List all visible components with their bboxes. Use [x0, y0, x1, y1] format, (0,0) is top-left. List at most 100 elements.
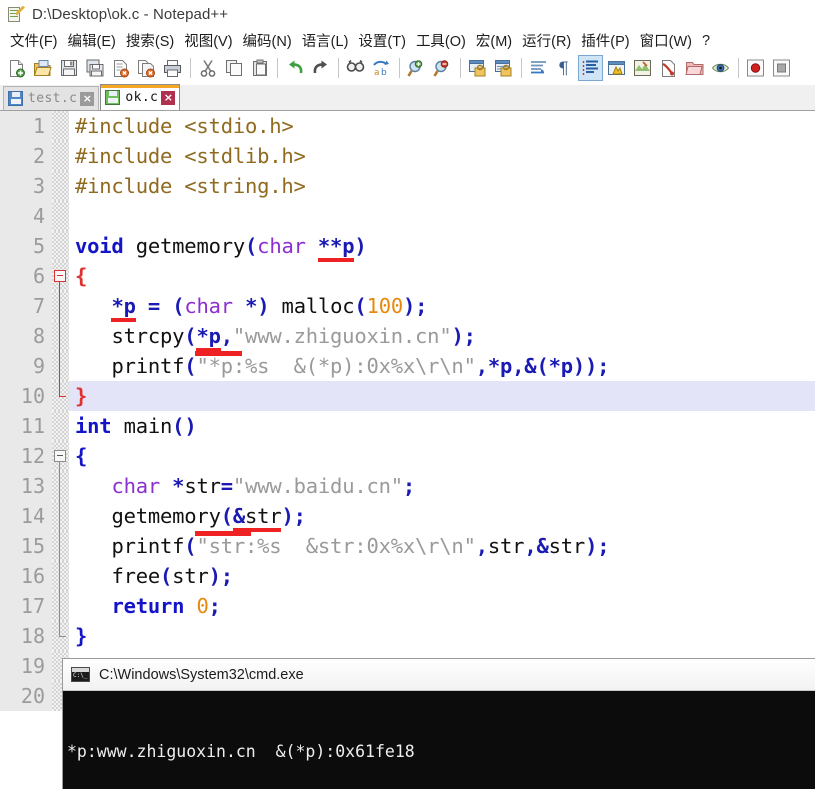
menu-macro[interactable]: 宏(M): [471, 28, 517, 53]
code-line[interactable]: 6 {: [0, 261, 815, 291]
word-wrap-icon[interactable]: [526, 55, 551, 81]
code-text[interactable]: char *str="www.baidu.cn";: [69, 471, 815, 501]
code-text[interactable]: return 0;: [69, 591, 815, 621]
menu-file[interactable]: 文件(F): [5, 28, 63, 53]
open-file-icon[interactable]: [30, 55, 55, 81]
code-text[interactable]: }: [69, 621, 815, 651]
fold-margin[interactable]: [52, 411, 69, 441]
menu-tools[interactable]: 工具(O): [411, 28, 471, 53]
fold-margin[interactable]: [52, 381, 69, 411]
fold-margin[interactable]: [52, 621, 69, 651]
code-text[interactable]: }: [69, 381, 815, 411]
menu-plugins[interactable]: 插件(P): [576, 28, 634, 53]
show-all-characters-icon[interactable]: ¶: [552, 55, 577, 81]
code-text[interactable]: strcpy(*p,"www.zhiguoxin.cn");: [69, 321, 815, 352]
code-text[interactable]: #include <string.h>: [69, 171, 815, 201]
code-text[interactable]: #include <stdlib.h>: [69, 141, 815, 171]
code-line[interactable]: 7 *p = (char *) malloc(100);: [0, 291, 815, 322]
menu-search[interactable]: 搜索(S): [121, 28, 179, 53]
tab-test-c[interactable]: test.c ×: [3, 86, 100, 110]
code-line[interactable]: 14 getmemory(&str);: [0, 501, 815, 532]
menu-window[interactable]: 窗口(W): [635, 28, 697, 53]
fold-margin[interactable]: [52, 141, 69, 171]
find-icon[interactable]: [343, 55, 368, 81]
fold-margin[interactable]: [52, 291, 69, 321]
tab-ok-c[interactable]: ok.c ×: [100, 84, 181, 110]
new-file-icon[interactable]: [4, 55, 29, 81]
zoom-in-icon[interactable]: [404, 55, 429, 81]
menu-view[interactable]: 视图(V): [179, 28, 237, 53]
close-file-icon[interactable]: [108, 55, 133, 81]
fold-margin[interactable]: [52, 471, 69, 501]
record-macro-icon[interactable]: [743, 55, 768, 81]
fold-collapse-box[interactable]: [54, 450, 66, 462]
indent-guideline-icon[interactable]: [578, 55, 603, 81]
fold-margin[interactable]: [52, 561, 69, 591]
fold-collapse-box[interactable]: [54, 270, 66, 282]
sync-horizontal-scroll-icon[interactable]: [491, 55, 516, 81]
fold-margin[interactable]: [52, 531, 69, 561]
fold-margin[interactable]: [52, 441, 69, 471]
fold-margin[interactable]: [52, 171, 69, 201]
close-all-files-icon[interactable]: [134, 55, 159, 81]
function-list-icon[interactable]: [656, 55, 681, 81]
fold-margin[interactable]: [52, 591, 69, 621]
replace-icon[interactable]: a b: [369, 55, 394, 81]
fold-margin[interactable]: [52, 351, 69, 381]
sync-vertical-scroll-icon[interactable]: [465, 55, 490, 81]
console-output[interactable]: *p:www.zhiguoxin.cn &(*p):0x61fe18 str:w…: [63, 691, 815, 789]
fold-margin[interactable]: [52, 321, 69, 351]
fold-margin[interactable]: [52, 201, 69, 231]
fold-margin[interactable]: [52, 111, 69, 141]
cut-icon[interactable]: [195, 55, 220, 81]
menu-language[interactable]: 语言(L): [297, 28, 354, 53]
code-text[interactable]: [69, 201, 815, 231]
code-text[interactable]: printf("*p:%s &(*p):0x%x\r\n",*p,&(*p));: [69, 351, 815, 381]
fold-margin[interactable]: [52, 231, 69, 261]
folder-as-workspace-icon[interactable]: [682, 55, 707, 81]
code-line[interactable]: 4: [0, 201, 815, 231]
code-text[interactable]: *p = (char *) malloc(100);: [69, 291, 815, 322]
cmd-console-window[interactable]: C:\Windows\System32\cmd.exe *p:www.zhigu…: [62, 658, 815, 789]
code-text[interactable]: printf("str:%s &str:0x%x\r\n",str,&str);: [69, 531, 815, 561]
user-defined-dialog-icon[interactable]: [604, 55, 629, 81]
code-line[interactable]: 2 #include <stdlib.h>: [0, 141, 815, 171]
code-line[interactable]: 18 }: [0, 621, 815, 651]
code-line[interactable]: 8 strcpy(*p,"www.zhiguoxin.cn");: [0, 321, 815, 352]
menu-encoding[interactable]: 编码(N): [238, 28, 297, 53]
code-line[interactable]: 16 free(str);: [0, 561, 815, 591]
tab-close-button[interactable]: ×: [161, 90, 176, 105]
zoom-out-icon[interactable]: [430, 55, 455, 81]
redo-icon[interactable]: [308, 55, 333, 81]
undo-icon[interactable]: [282, 55, 307, 81]
menu-run[interactable]: 运行(R): [517, 28, 576, 53]
code-line[interactable]: 3 #include <string.h>: [0, 171, 815, 201]
code-text[interactable]: {: [69, 261, 815, 291]
code-line[interactable]: 5 void getmemory(char **p): [0, 231, 815, 262]
menu-edit[interactable]: 编辑(E): [63, 28, 121, 53]
stop-recording-icon[interactable]: [769, 55, 794, 81]
document-map-icon[interactable]: [630, 55, 655, 81]
menu-help[interactable]: ?: [697, 31, 715, 51]
code-line[interactable]: 13 char *str="www.baidu.cn";: [0, 471, 815, 501]
code-line[interactable]: 12 {: [0, 441, 815, 471]
code-text[interactable]: #include <stdio.h>: [69, 111, 815, 141]
code-line-current[interactable]: 10 }: [0, 381, 815, 411]
code-text[interactable]: free(str);: [69, 561, 815, 591]
print-icon[interactable]: [160, 55, 185, 81]
monitoring-icon[interactable]: [708, 55, 733, 81]
code-line[interactable]: 17 return 0;: [0, 591, 815, 621]
code-text[interactable]: void getmemory(char **p): [69, 231, 815, 262]
save-all-icon[interactable]: [82, 55, 107, 81]
fold-margin[interactable]: [52, 501, 69, 531]
paste-icon[interactable]: [247, 55, 272, 81]
code-line[interactable]: 9 printf("*p:%s &(*p):0x%x\r\n",*p,&(*p)…: [0, 351, 815, 381]
fold-margin[interactable]: [52, 261, 69, 291]
code-line[interactable]: 1 #include <stdio.h>: [0, 111, 815, 141]
code-line[interactable]: 15 printf("str:%s &str:0x%x\r\n",str,&st…: [0, 531, 815, 561]
code-text[interactable]: {: [69, 441, 815, 471]
code-text[interactable]: int main(): [69, 411, 815, 441]
menu-settings[interactable]: 设置(T): [353, 28, 411, 53]
code-line[interactable]: 11 int main(): [0, 411, 815, 441]
tab-close-button[interactable]: ×: [80, 91, 95, 106]
